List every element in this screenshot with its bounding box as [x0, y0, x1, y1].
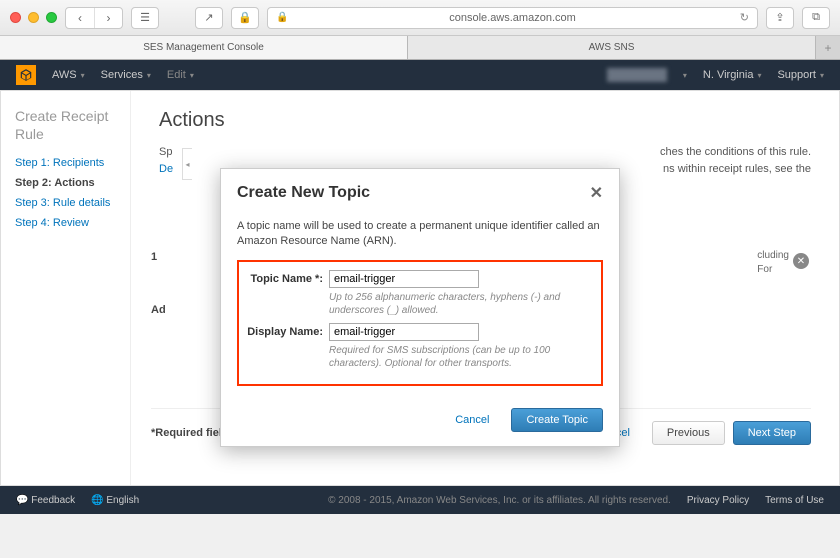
aws-home-link[interactable]: AWS ▾: [52, 69, 85, 81]
display-name-row: Display Name:: [245, 323, 595, 341]
modal-close-button[interactable]: ✕: [590, 183, 603, 203]
cube-icon: [19, 68, 33, 82]
edit-menu[interactable]: Edit ▾: [167, 69, 194, 81]
delete-action-button[interactable]: ✕: [793, 253, 809, 269]
terms-link[interactable]: Terms of Use: [765, 495, 824, 506]
topic-name-label: Topic Name *:: [245, 270, 323, 285]
caret-down-icon: ▾: [820, 71, 824, 80]
new-tab-button[interactable]: +: [816, 36, 840, 59]
caret-down-icon: ▾: [683, 71, 687, 80]
close-window-button[interactable]: [10, 12, 21, 23]
copyright-text: © 2008 - 2015, Amazon Web Services, Inc.…: [328, 495, 671, 506]
region-selector[interactable]: N. Virginia ▾: [703, 69, 762, 81]
browser-toolbar: ‹ › ☰ ↗ 🔒 🔒 console.aws.amazon.com ↻ ⇪ ⧉: [0, 0, 840, 36]
wizard-previous-button[interactable]: Previous: [652, 421, 725, 445]
modal-create-button[interactable]: Create Topic: [511, 408, 603, 432]
caret-down-icon: ▾: [147, 71, 151, 80]
modal-cancel-button[interactable]: Cancel: [441, 408, 503, 432]
services-menu[interactable]: Services ▾: [101, 69, 151, 81]
minimize-window-button[interactable]: [28, 12, 39, 23]
form-highlight: Topic Name *: Up to 256 alphanumeric cha…: [237, 260, 603, 386]
forward-button[interactable]: ›: [94, 8, 122, 28]
sidebar-toggle-button[interactable]: ☰: [131, 7, 159, 29]
topic-name-input[interactable]: [329, 270, 479, 288]
action-hint: cluding For: [757, 249, 789, 277]
step-review[interactable]: Step 4: Review: [15, 213, 130, 233]
password-button[interactable]: 🔒: [231, 7, 259, 29]
topic-name-hint: Up to 256 alphanumeric characters, hyphe…: [329, 291, 595, 317]
support-menu[interactable]: Support ▾: [777, 69, 824, 81]
modal-body: A topic name will be used to create a pe…: [221, 213, 619, 398]
modal-footer: Cancel Create Topic: [221, 398, 619, 446]
wizard-next-button[interactable]: Next Step: [733, 421, 811, 445]
browser-tab[interactable]: AWS SNS: [408, 36, 816, 59]
window-controls: [10, 12, 57, 23]
caret-down-icon: ▾: [190, 71, 194, 80]
tabs-button[interactable]: ⧉: [802, 7, 830, 29]
create-topic-modal: Create New Topic ✕ A topic name will be …: [220, 168, 620, 447]
maximize-window-button[interactable]: [46, 12, 57, 23]
caret-down-icon: ▾: [81, 71, 85, 80]
language-selector[interactable]: 🌐 English: [91, 495, 139, 506]
step-rule-details[interactable]: Step 3: Rule details: [15, 193, 130, 213]
topic-name-row: Topic Name *:: [245, 270, 595, 288]
step-actions[interactable]: Step 2: Actions: [15, 173, 130, 193]
lock-icon: 🔒: [276, 12, 288, 23]
url-text: console.aws.amazon.com: [449, 12, 576, 24]
wizard-sidebar: Create Receipt Rule Step 1: Recipients S…: [1, 91, 131, 485]
aws-global-nav: AWS ▾ Services ▾ Edit ▾ ▾ N. Virginia ▾ …: [0, 60, 840, 90]
feedback-link[interactable]: 💬 Feedback: [16, 495, 75, 506]
back-button[interactable]: ‹: [66, 8, 94, 28]
address-bar[interactable]: 🔒 console.aws.amazon.com ↻: [267, 7, 758, 29]
wizard-title: Create Receipt Rule: [15, 107, 130, 143]
reload-icon[interactable]: ↻: [740, 11, 749, 24]
aws-footer: 💬 Feedback 🌐 English © 2008 - 2015, Amaz…: [0, 486, 840, 514]
modal-title: Create New Topic: [237, 184, 590, 202]
page-heading: Actions: [159, 109, 811, 132]
share-button[interactable]: ⇪: [766, 7, 794, 29]
display-name-label: Display Name:: [245, 323, 323, 338]
x-icon: ✕: [797, 256, 805, 267]
display-name-hint: Required for SMS subscriptions (can be u…: [329, 344, 595, 370]
modal-description: A topic name will be used to create a pe…: [237, 219, 603, 250]
add-action-label: Ad: [151, 304, 166, 316]
account-name[interactable]: [607, 68, 667, 82]
aws-logo-icon[interactable]: [16, 65, 36, 85]
display-name-input[interactable]: [329, 323, 479, 341]
browser-tab[interactable]: SES Management Console: [0, 36, 408, 59]
caret-down-icon: ▾: [757, 71, 761, 80]
privacy-link[interactable]: Privacy Policy: [687, 495, 749, 506]
modal-header: Create New Topic ✕: [221, 169, 619, 213]
action-index: 1: [151, 251, 157, 263]
extension-button[interactable]: ↗: [195, 7, 223, 29]
nav-buttons: ‹ ›: [65, 7, 123, 29]
browser-tab-bar: SES Management Console AWS SNS +: [0, 36, 840, 60]
step-recipients[interactable]: Step 1: Recipients: [15, 153, 130, 173]
